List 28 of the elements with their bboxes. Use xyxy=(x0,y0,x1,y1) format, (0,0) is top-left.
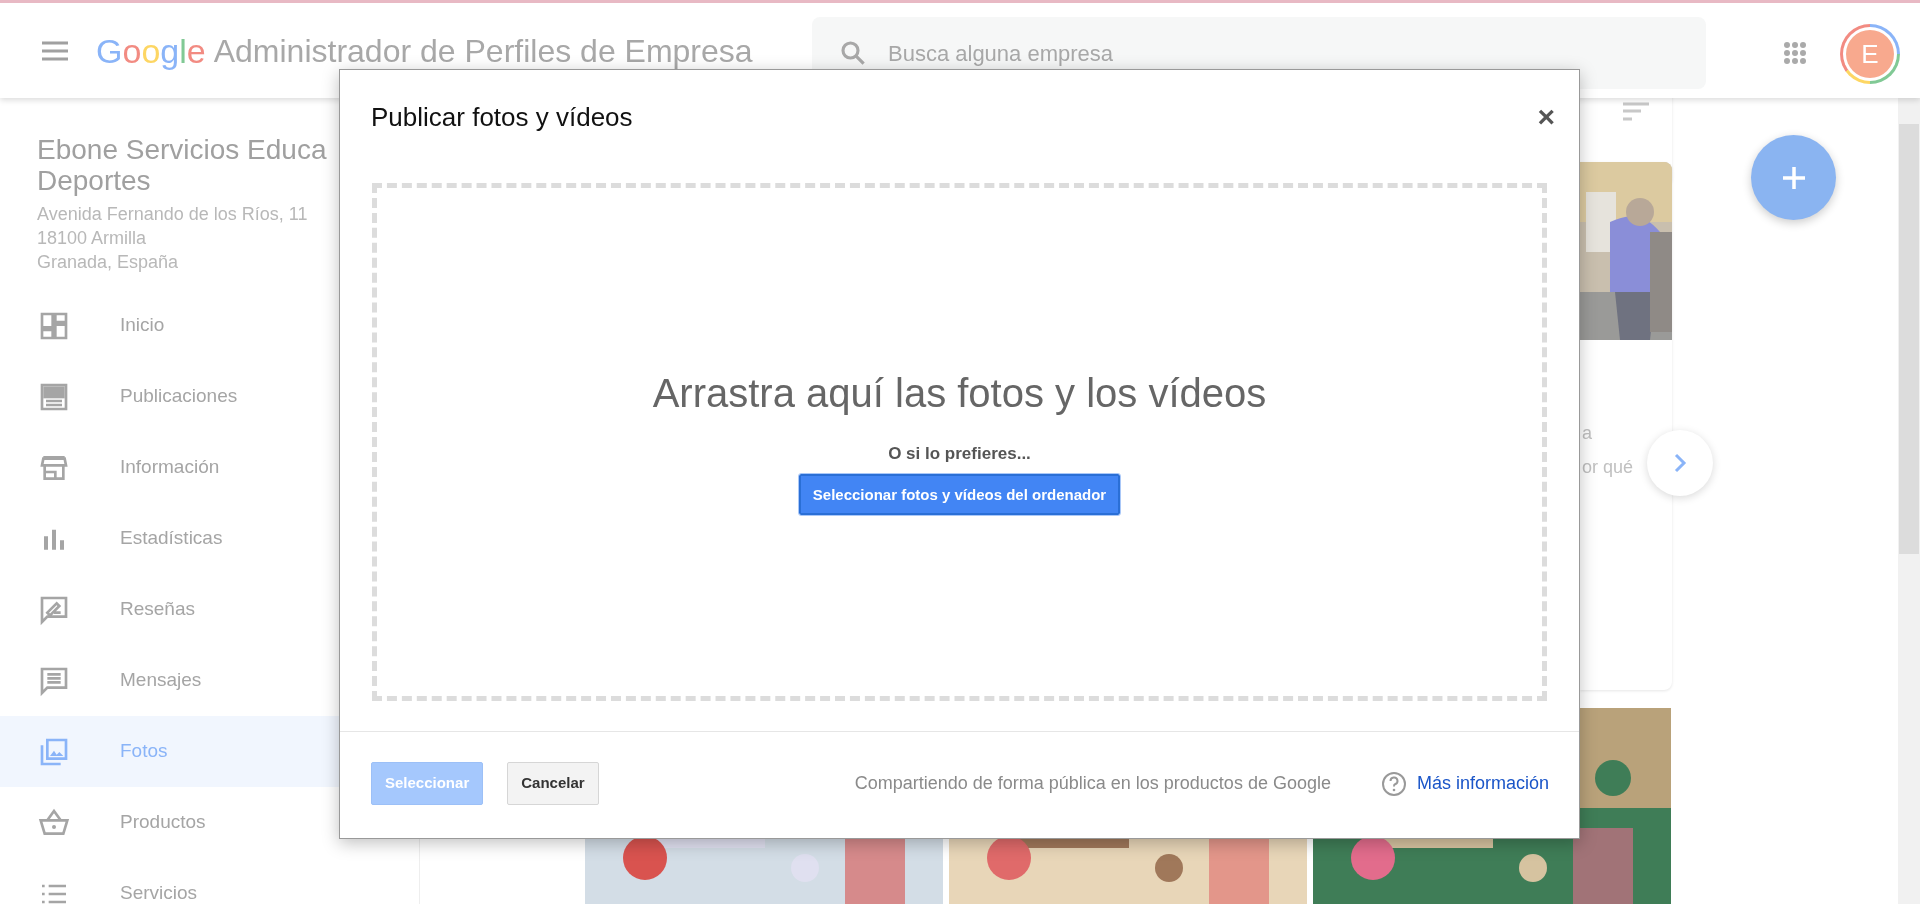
next-button[interactable] xyxy=(1647,430,1713,496)
add-button[interactable] xyxy=(1751,135,1836,220)
plus-icon xyxy=(1781,165,1806,190)
help-icon[interactable] xyxy=(1380,770,1407,797)
drop-zone[interactable]: Arrastra aquí las fotos y los vídeos O si lo prefieres... Seleccionar fotos y vídeos del ordenador xyxy=(372,183,1547,701)
sidebar-item[interactable]: Servicios xyxy=(0,858,419,904)
close-button[interactable]: × xyxy=(1537,102,1555,132)
select-files-button[interactable]: Seleccionar fotos y vídeos del ordenador xyxy=(798,474,1121,516)
search-icon xyxy=(838,38,868,68)
cancel-button[interactable]: Cancelar xyxy=(507,762,599,805)
sharing-notice: Compartiendo de forma pública en los productos de Google xyxy=(854,772,1331,795)
menu-icon[interactable] xyxy=(40,39,70,62)
card-text: or qué xyxy=(1582,456,1635,479)
alternative-text: O si lo prefieres... xyxy=(888,442,1031,465)
google-logo[interactable]: Google xyxy=(96,33,206,68)
chevron-right-icon xyxy=(1673,452,1687,474)
app-title: Administrador de Perfiles de Empresa xyxy=(213,34,753,67)
help-link[interactable]: Más información xyxy=(1416,770,1549,797)
sort-icon[interactable] xyxy=(1622,102,1650,122)
card-text: a xyxy=(1582,422,1593,445)
scrollbar[interactable] xyxy=(1898,98,1920,904)
apps-icon[interactable] xyxy=(1783,41,1807,65)
search-input[interactable]: Busca alguna empresa xyxy=(888,36,1588,70)
avatar[interactable]: E xyxy=(1840,24,1900,84)
dialog-title: Publicar fotos y vídeos xyxy=(371,100,633,134)
business-address: Avenida Fernando de los Ríos, 11 18100 Armilla Granada, España xyxy=(36,203,309,274)
drop-headline: Arrastra aquí las fotos y los vídeos xyxy=(652,369,1267,417)
business-name: Ebone Servicios Educa Deportes xyxy=(36,134,328,196)
